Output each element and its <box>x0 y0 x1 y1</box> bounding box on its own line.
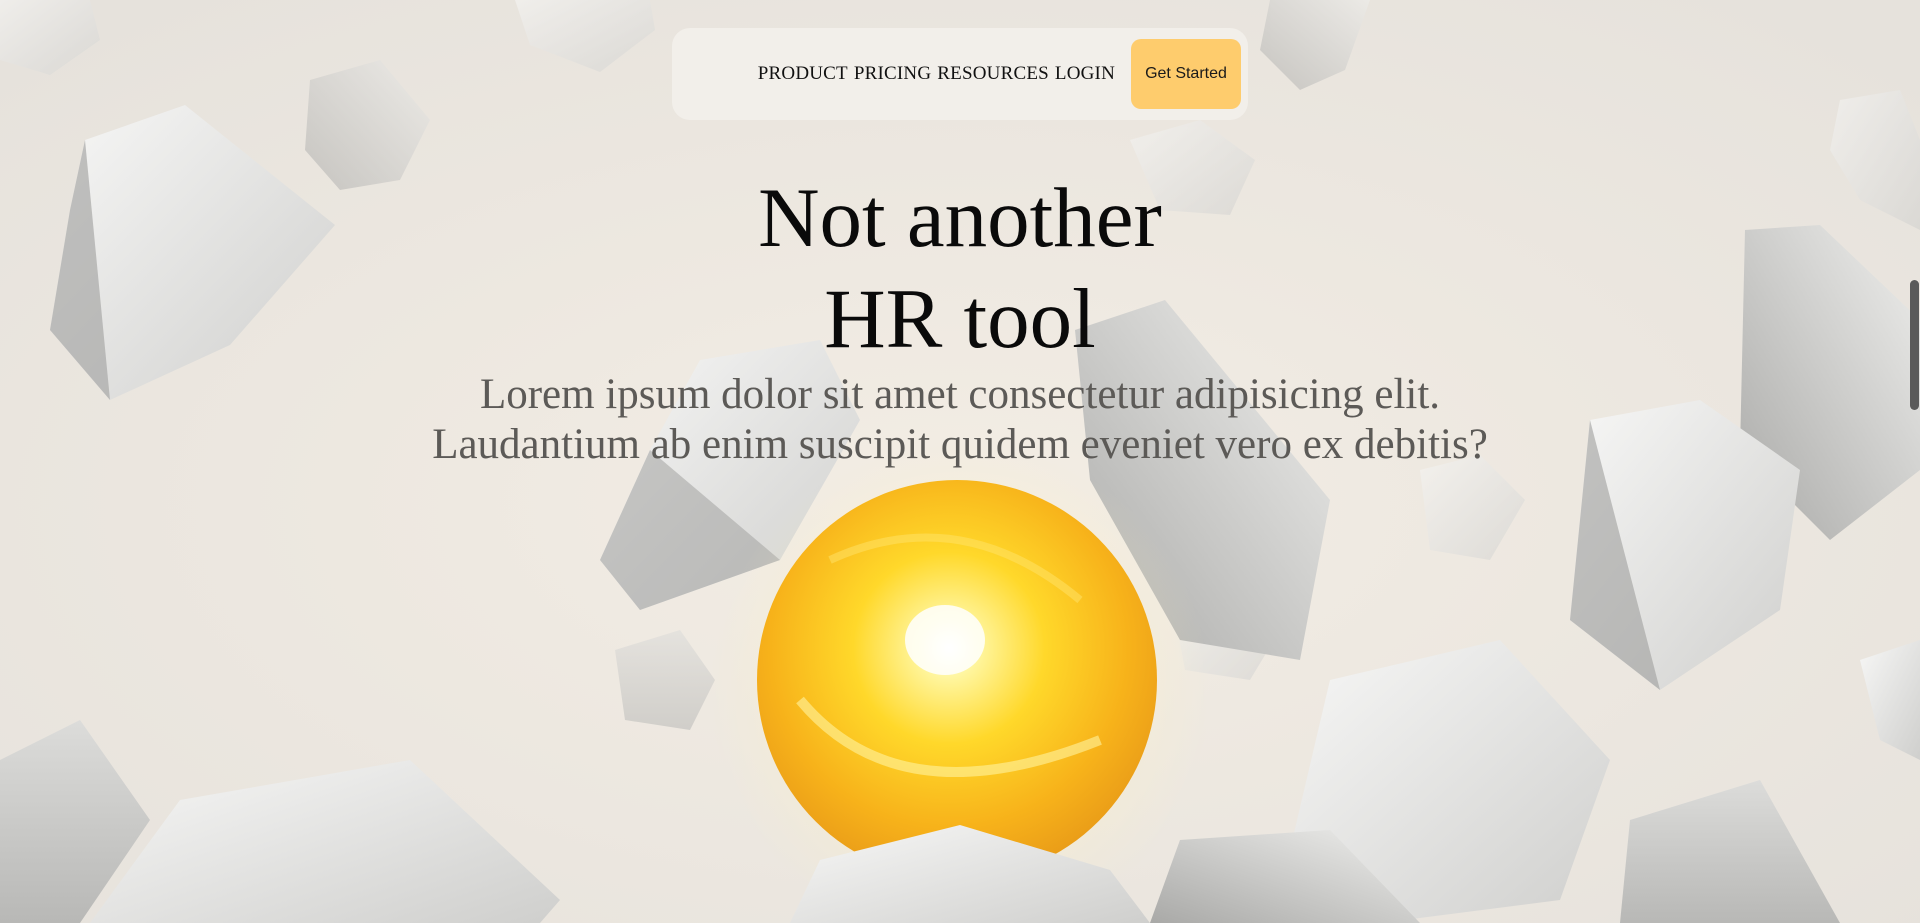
nav-links: PRODUCT PRICING RESOURCES LOGIN <box>758 63 1115 85</box>
hero-title-line-2: HR tool <box>824 272 1096 366</box>
nav-link-product[interactable]: PRODUCT <box>758 63 848 85</box>
hero-title: Not another HR tool <box>0 168 1920 370</box>
top-navbar: PRODUCT PRICING RESOURCES LOGIN Get Star… <box>672 28 1248 120</box>
hero-title-line-1: Not another <box>758 171 1162 265</box>
nav-link-login[interactable]: LOGIN <box>1055 63 1115 85</box>
get-started-button[interactable]: Get Started <box>1131 39 1241 109</box>
nav-link-pricing[interactable]: PRICING <box>854 63 931 85</box>
hero-subtitle-line-2: Laudantium ab enim suscipit quidem eveni… <box>432 421 1488 468</box>
hero-subtitle-line-1: Lorem ipsum dolor sit amet consectetur a… <box>479 371 1441 418</box>
page-scrollbar-thumb[interactable] <box>1910 280 1919 410</box>
hero-subtitle: Lorem ipsum dolor sit amet consectetur a… <box>0 370 1920 470</box>
nav-link-resources[interactable]: RESOURCES <box>937 63 1049 85</box>
